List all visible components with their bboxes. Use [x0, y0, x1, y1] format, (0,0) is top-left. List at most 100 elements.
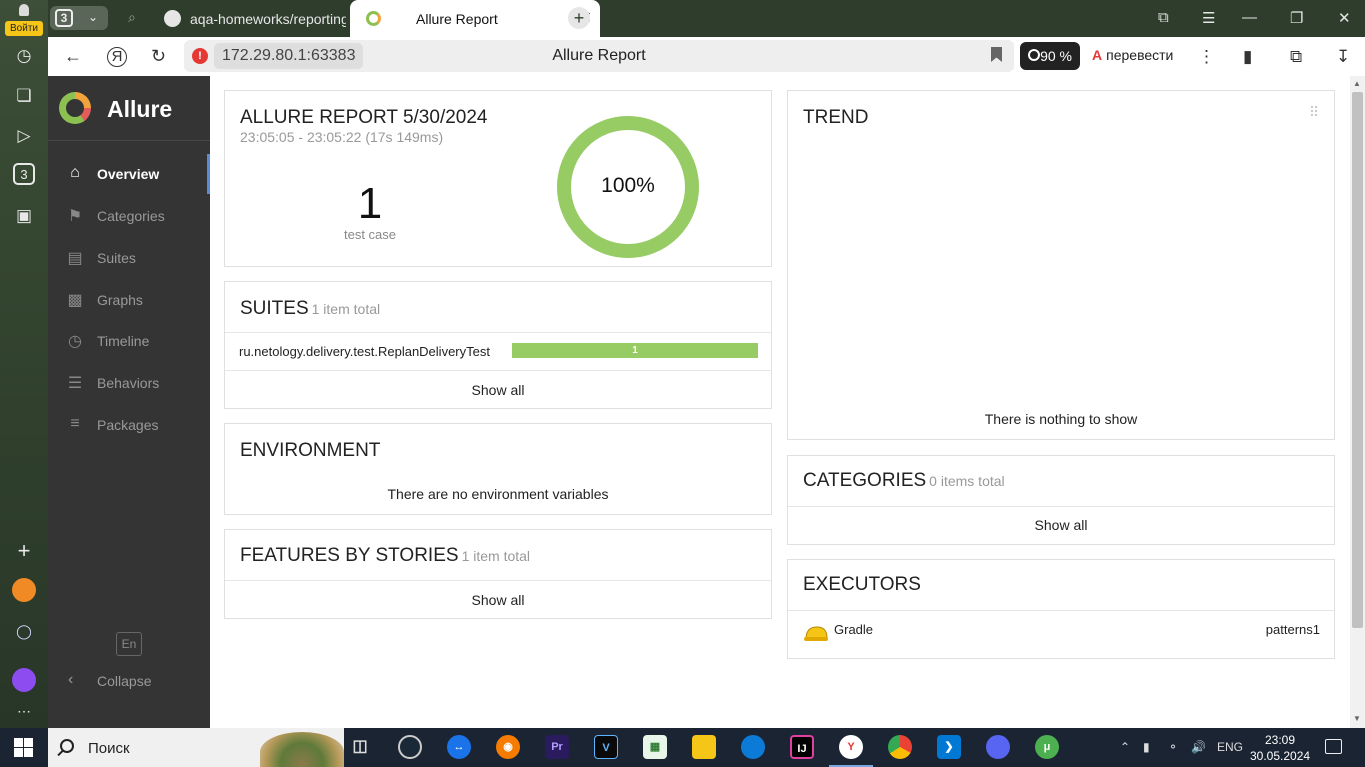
tab-github[interactable]: aqa-homeworks/reporting — [164, 0, 350, 37]
summary-widget: ALLURE REPORT 5/30/2024 23:05:05 - 23:05… — [224, 90, 772, 267]
scroll-up-icon[interactable]: ▲ — [1353, 79, 1361, 88]
login-button[interactable]: Войти — [5, 4, 43, 36]
minimize-icon[interactable]: — — [1242, 9, 1257, 26]
system-clock[interactable]: 23:09 30.05.2024 — [1250, 732, 1310, 764]
flag-icon: ⚑ — [67, 208, 83, 225]
steam-icon[interactable] — [398, 735, 422, 759]
tray-chevron-up-icon[interactable]: ⌃ — [1120, 740, 1130, 754]
features-show-all-link[interactable]: Show all — [225, 592, 771, 608]
hard-hat-icon — [804, 626, 828, 641]
file-explorer-icon[interactable] — [692, 735, 716, 759]
widget-title: CATEGORIES 0 items total — [803, 470, 1005, 492]
environment-empty-message: There are no environment variables — [387, 486, 609, 502]
more-vert-icon[interactable]: ⋮ — [1198, 47, 1215, 67]
suite-status-bar[interactable]: 1 — [512, 343, 758, 358]
search-highlight-image — [260, 732, 344, 767]
tab-count-rail-icon[interactable]: 3 — [13, 163, 35, 185]
tab-count: 3 — [55, 9, 73, 27]
premiere-icon[interactable]: Pr — [545, 735, 569, 759]
play-icon[interactable]: ▷ — [11, 123, 37, 149]
drag-handle-icon[interactable] — [1310, 105, 1318, 117]
volume-icon[interactable]: 🔊 — [1191, 740, 1206, 754]
download-icon[interactable]: ↧ — [1336, 47, 1350, 67]
translate-button[interactable]: Aперевести — [1092, 47, 1173, 63]
categories-subtitle: 0 items total — [929, 473, 1005, 489]
suites-widget: SUITES 1 item total ru.netology.delivery.… — [224, 281, 772, 409]
add-icon[interactable]: + — [11, 538, 37, 564]
categories-show-all-link[interactable]: Show all — [788, 517, 1334, 533]
notepad-icon[interactable]: ▦ — [643, 735, 667, 759]
divider — [788, 506, 1334, 507]
sidebar-item-timeline[interactable]: ◷ Timeline — [48, 321, 210, 361]
language-switch[interactable]: En — [116, 632, 142, 656]
tab-allure-report[interactable]: Allure Report ✕ — [350, 0, 600, 37]
camera-icon[interactable]: ▣ — [11, 203, 37, 229]
sidebar-item-label: Categories — [97, 208, 165, 224]
trend-empty-message: There is nothing to show — [984, 411, 1138, 427]
back-icon[interactable]: ← — [64, 46, 82, 67]
sidebar-item-behaviors[interactable]: ☰ Behaviors — [48, 363, 210, 403]
chevron-left-icon: ‹ — [68, 671, 74, 688]
sidebar-item-packages[interactable]: ≡ Packages — [48, 405, 210, 445]
new-tab-button[interactable]: + — [568, 7, 590, 29]
tabs-menu-icon[interactable]: ⧉ — [1158, 9, 1169, 26]
collapse-button[interactable]: ‹ Collapse — [48, 666, 210, 696]
home-icon: ⌂ — [70, 164, 80, 181]
utorrent-icon[interactable]: μ — [1035, 735, 1059, 759]
executor-build[interactable]: patterns1 — [1266, 622, 1320, 637]
sidebar-item-categories[interactable]: ⚑ Categories — [48, 196, 210, 236]
scrollbar-thumb[interactable] — [1352, 92, 1363, 628]
intellij-icon[interactable]: IJ — [790, 735, 814, 759]
login-label: Войти — [5, 21, 43, 36]
edge-icon[interactable] — [741, 735, 765, 759]
reload-icon[interactable]: ↻ — [151, 46, 166, 67]
extensions-icon[interactable]: ⧉ — [1290, 47, 1302, 67]
sidebar-item-overview[interactable]: ⌂ Overview — [48, 154, 210, 194]
suite-name[interactable]: ru.netology.delivery.test.ReplanDelivery… — [239, 344, 490, 359]
sidebar-item-graphs[interactable]: ▩ Graphs — [48, 280, 210, 320]
taskbar-search[interactable]: Поиск — [48, 728, 344, 767]
zoom-indicator[interactable]: 90 % — [1020, 42, 1080, 70]
test-count: 1 — [357, 179, 383, 228]
task-view-icon[interactable]: ◫ — [348, 735, 372, 759]
translate-icon: A — [1092, 47, 1103, 63]
yandex-browser-icon[interactable]: Y — [829, 735, 873, 767]
scroll-down-icon[interactable]: ▼ — [1353, 714, 1361, 723]
collections-icon[interactable]: ❏ — [11, 83, 37, 109]
input-language[interactable]: ENG — [1217, 740, 1243, 754]
vegas-icon[interactable]: V — [594, 735, 618, 759]
close-window-icon[interactable]: ✕ — [1338, 9, 1351, 27]
chrome-icon[interactable] — [888, 735, 912, 759]
media-player-icon[interactable]: ◉ — [496, 735, 520, 759]
wifi-icon[interactable]: ⚬ — [1168, 740, 1178, 754]
suites-show-all-link[interactable]: Show all — [225, 382, 771, 398]
messenger-icon[interactable]: ◯ — [11, 618, 37, 644]
menu-icon[interactable]: ☰ — [1202, 9, 1215, 27]
notifications-icon[interactable] — [1325, 739, 1342, 754]
battery-tray-icon[interactable]: ▮ — [1143, 740, 1150, 754]
mail-icon[interactable] — [12, 578, 36, 602]
history-icon[interactable]: ◷ — [11, 43, 37, 69]
restore-icon[interactable]: ❐ — [1290, 9, 1303, 27]
page-scrollbar[interactable]: ▲ ▼ — [1350, 76, 1365, 728]
clock-time: 23:09 — [1264, 733, 1296, 747]
discord-icon[interactable] — [986, 735, 1010, 759]
teamviewer-icon[interactable]: ↔ — [447, 735, 471, 759]
tab-search-icon[interactable]: ⌕ — [128, 9, 136, 26]
tab-switcher-button[interactable]: 3 ⌄ — [50, 6, 108, 30]
brand[interactable]: Allure — [48, 76, 210, 141]
address-bar[interactable]: ! 172.29.80.1:63383 Allure Report — [184, 40, 1014, 72]
tab-title: aqa-homeworks/reporting — [190, 11, 346, 27]
zoom-level: 90 % — [1040, 48, 1072, 64]
executor-name[interactable]: Gradle — [834, 622, 873, 637]
sidebar-item-label: Behaviors — [97, 375, 160, 391]
sidebar-item-suites[interactable]: ▤ Suites — [48, 238, 210, 278]
widget-title: SUITES 1 item total — [240, 298, 380, 320]
battery-icon[interactable]: ▮ — [1243, 47, 1252, 67]
windows-start-icon[interactable] — [14, 738, 33, 757]
yandex-icon[interactable]: Я — [107, 47, 127, 67]
vscode-icon[interactable]: ❯ — [937, 735, 961, 759]
alice-icon[interactable] — [12, 668, 36, 692]
tab-title: Allure Report — [416, 11, 498, 27]
more-icon[interactable]: ⋯ — [11, 698, 37, 724]
